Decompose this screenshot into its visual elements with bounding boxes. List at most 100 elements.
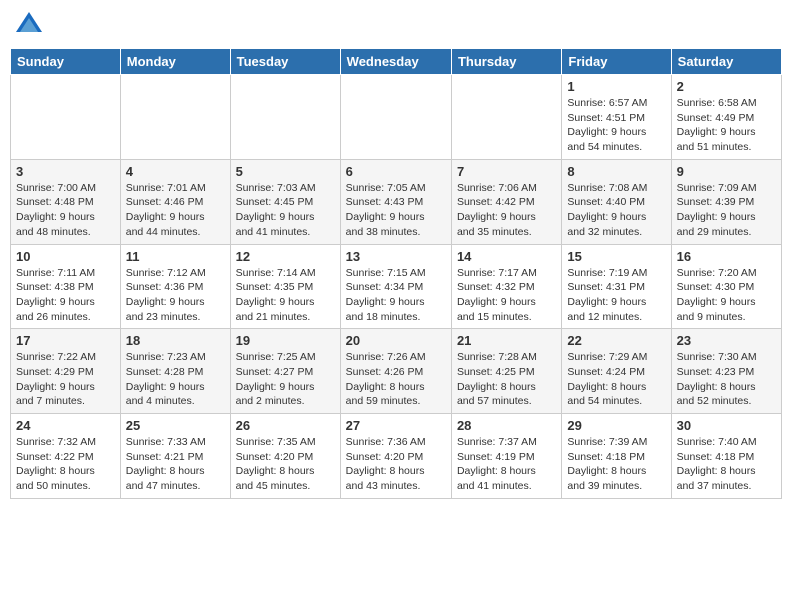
day-info: Sunrise: 7:33 AMSunset: 4:21 PMDaylight:… [126, 435, 225, 494]
calendar-cell: 30Sunrise: 7:40 AMSunset: 4:18 PMDayligh… [671, 414, 781, 499]
calendar-cell: 5Sunrise: 7:03 AMSunset: 4:45 PMDaylight… [230, 159, 340, 244]
calendar-cell: 25 Sunrise: 7:33 AMSunset: 4:21 PMDayligh… [120, 414, 230, 499]
calendar-week-row: 10 Sunrise: 7:11 AMSunset: 4:38 PMDayligh… [11, 244, 782, 329]
day-number: 29 [567, 418, 665, 433]
calendar-day-header: Saturday [671, 49, 781, 75]
calendar-cell: 7 Sunrise: 7:06 AMSunset: 4:42 PMDaylight… [451, 159, 561, 244]
day-number: 25 [126, 418, 225, 433]
calendar-cell: 19 Sunrise: 7:25 AMSunset: 4:27 PMDayligh… [230, 329, 340, 414]
day-info: Sunrise: 7:37 AMSunset: 4:19 PMDaylight:… [457, 435, 556, 494]
calendar-cell: 8 Sunrise: 7:08 AMSunset: 4:40 PMDaylight… [562, 159, 671, 244]
calendar-cell: 2 Sunrise: 6:58 AMSunset: 4:49 PMDaylight… [671, 75, 781, 160]
day-info: Sunrise: 6:57 AMSunset: 4:51 PMDaylight:… [567, 96, 665, 155]
day-number: 21 [457, 333, 556, 348]
calendar-week-row: 24Sunrise: 7:32 AMSunset: 4:22 PMDayligh… [11, 414, 782, 499]
day-info: Sunrise: 7:39 AMSunset: 4:18 PMDaylight:… [567, 435, 665, 494]
day-number: 12 [236, 249, 335, 264]
logo-icon [14, 10, 44, 40]
day-info: Sunrise: 7:15 AMSunset: 4:34 PMDaylight:… [346, 266, 446, 325]
calendar-cell [230, 75, 340, 160]
day-info: Sunrise: 7:17 AMSunset: 4:32 PMDaylight:… [457, 266, 556, 325]
day-number: 8 [567, 164, 665, 179]
day-info: Sunrise: 7:36 AMSunset: 4:20 PMDaylight:… [346, 435, 446, 494]
calendar-cell: 6 Sunrise: 7:05 AMSunset: 4:43 PMDaylight… [340, 159, 451, 244]
calendar-day-header: Monday [120, 49, 230, 75]
calendar-cell: 15 Sunrise: 7:19 AMSunset: 4:31 PMDayligh… [562, 244, 671, 329]
day-number: 13 [346, 249, 446, 264]
day-info: Sunrise: 7:22 AMSunset: 4:29 PMDaylight:… [16, 350, 115, 409]
calendar-week-row: 3 Sunrise: 7:00 AMSunset: 4:48 PMDaylight… [11, 159, 782, 244]
calendar-day-header: Wednesday [340, 49, 451, 75]
day-number: 26 [236, 418, 335, 433]
calendar-cell: 29 Sunrise: 7:39 AMSunset: 4:18 PMDayligh… [562, 414, 671, 499]
page-header [10, 10, 782, 40]
day-info: Sunrise: 7:35 AMSunset: 4:20 PMDaylight:… [236, 435, 335, 494]
calendar-cell [451, 75, 561, 160]
day-number: 6 [346, 164, 446, 179]
day-info: Sunrise: 7:11 AMSunset: 4:38 PMDaylight:… [16, 266, 115, 325]
day-number: 2 [677, 79, 776, 94]
calendar-cell: 11 Sunrise: 7:12 AMSunset: 4:36 PMDayligh… [120, 244, 230, 329]
day-info: Sunrise: 7:09 AMSunset: 4:39 PMDaylight:… [677, 181, 776, 240]
day-number: 14 [457, 249, 556, 264]
day-number: 28 [457, 418, 556, 433]
calendar-cell: 16 Sunrise: 7:20 AMSunset: 4:30 PMDayligh… [671, 244, 781, 329]
day-info: Sunrise: 7:28 AMSunset: 4:25 PMDaylight:… [457, 350, 556, 409]
day-info: Sunrise: 7:05 AMSunset: 4:43 PMDaylight:… [346, 181, 446, 240]
day-info: Sunrise: 7:20 AMSunset: 4:30 PMDaylight:… [677, 266, 776, 325]
calendar-cell: 26 Sunrise: 7:35 AMSunset: 4:20 PMDayligh… [230, 414, 340, 499]
logo [14, 10, 48, 40]
day-info: Sunrise: 7:26 AMSunset: 4:26 PMDaylight:… [346, 350, 446, 409]
day-info: Sunrise: 7:23 AMSunset: 4:28 PMDaylight:… [126, 350, 225, 409]
calendar-cell: 27 Sunrise: 7:36 AMSunset: 4:20 PMDayligh… [340, 414, 451, 499]
day-number: 3 [16, 164, 115, 179]
day-number: 23 [677, 333, 776, 348]
day-info: Sunrise: 7:25 AMSunset: 4:27 PMDaylight:… [236, 350, 335, 409]
day-info: Sunrise: 7:08 AMSunset: 4:40 PMDaylight:… [567, 181, 665, 240]
day-info: Sunrise: 7:29 AMSunset: 4:24 PMDaylight:… [567, 350, 665, 409]
day-info: Sunrise: 7:12 AMSunset: 4:36 PMDaylight:… [126, 266, 225, 325]
day-info: Sunrise: 7:01 AMSunset: 4:46 PMDaylight:… [126, 181, 225, 240]
calendar-cell: 3 Sunrise: 7:00 AMSunset: 4:48 PMDaylight… [11, 159, 121, 244]
day-number: 4 [126, 164, 225, 179]
calendar-day-header: Friday [562, 49, 671, 75]
day-info: Sunrise: 7:03 AMSunset: 4:45 PMDaylight:… [236, 181, 335, 240]
day-info: Sunrise: 6:58 AMSunset: 4:49 PMDaylight:… [677, 96, 776, 155]
calendar-week-row: 1 Sunrise: 6:57 AMSunset: 4:51 PMDaylight… [11, 75, 782, 160]
calendar-day-header: Thursday [451, 49, 561, 75]
calendar-cell: 1 Sunrise: 6:57 AMSunset: 4:51 PMDaylight… [562, 75, 671, 160]
day-number: 27 [346, 418, 446, 433]
day-info: Sunrise: 7:32 AMSunset: 4:22 PMDaylight:… [16, 435, 115, 494]
day-number: 19 [236, 333, 335, 348]
calendar-cell: 14 Sunrise: 7:17 AMSunset: 4:32 PMDayligh… [451, 244, 561, 329]
day-info: Sunrise: 7:00 AMSunset: 4:48 PMDaylight:… [16, 181, 115, 240]
calendar-cell: 23 Sunrise: 7:30 AMSunset: 4:23 PMDayligh… [671, 329, 781, 414]
day-info: Sunrise: 7:30 AMSunset: 4:23 PMDaylight:… [677, 350, 776, 409]
day-number: 16 [677, 249, 776, 264]
day-number: 7 [457, 164, 556, 179]
calendar-day-header: Tuesday [230, 49, 340, 75]
calendar-cell: 20 Sunrise: 7:26 AMSunset: 4:26 PMDayligh… [340, 329, 451, 414]
day-number: 10 [16, 249, 115, 264]
day-info: Sunrise: 7:19 AMSunset: 4:31 PMDaylight:… [567, 266, 665, 325]
day-info: Sunrise: 7:40 AMSunset: 4:18 PMDaylight:… [677, 435, 776, 494]
day-info: Sunrise: 7:06 AMSunset: 4:42 PMDaylight:… [457, 181, 556, 240]
day-number: 17 [16, 333, 115, 348]
calendar-cell: 17 Sunrise: 7:22 AMSunset: 4:29 PMDayligh… [11, 329, 121, 414]
day-number: 1 [567, 79, 665, 94]
calendar-cell: 28 Sunrise: 7:37 AMSunset: 4:19 PMDayligh… [451, 414, 561, 499]
calendar-day-header: Sunday [11, 49, 121, 75]
day-number: 18 [126, 333, 225, 348]
day-number: 22 [567, 333, 665, 348]
calendar-cell [120, 75, 230, 160]
calendar-cell: 4 Sunrise: 7:01 AMSunset: 4:46 PMDaylight… [120, 159, 230, 244]
calendar-cell: 21 Sunrise: 7:28 AMSunset: 4:25 PMDayligh… [451, 329, 561, 414]
calendar-table: SundayMondayTuesdayWednesdayThursdayFrid… [10, 48, 782, 499]
calendar-week-row: 17 Sunrise: 7:22 AMSunset: 4:29 PMDayligh… [11, 329, 782, 414]
day-number: 11 [126, 249, 225, 264]
calendar-cell: 12Sunrise: 7:14 AMSunset: 4:35 PMDayligh… [230, 244, 340, 329]
day-number: 15 [567, 249, 665, 264]
calendar-header-row: SundayMondayTuesdayWednesdayThursdayFrid… [11, 49, 782, 75]
calendar-cell: 10 Sunrise: 7:11 AMSunset: 4:38 PMDayligh… [11, 244, 121, 329]
day-number: 20 [346, 333, 446, 348]
